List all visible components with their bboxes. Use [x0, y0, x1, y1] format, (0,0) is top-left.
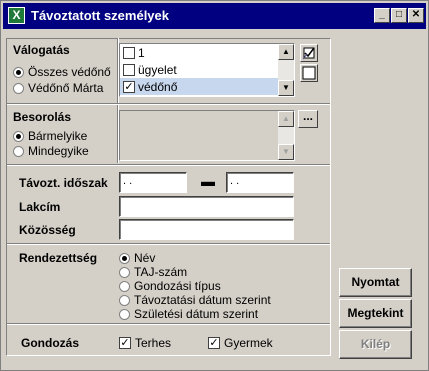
window-title: Távoztatott személyek: [31, 8, 169, 23]
checkbox-label: Terhes: [135, 336, 172, 350]
uncheck-all-icon: [302, 66, 316, 80]
radio-vedono-marta[interactable]: Védőnő Márta: [13, 81, 103, 95]
check-icon[interactable]: ✓: [123, 80, 135, 93]
valogatas-label: Válogatás: [13, 43, 70, 57]
radio-unselected-icon: [119, 294, 130, 306]
radio-taj-szam[interactable]: TAJ-szám: [119, 265, 187, 279]
radio-osszes-vedono[interactable]: Összes védőnő: [13, 65, 111, 79]
radio-label: Mindegyike: [28, 144, 89, 158]
radio-szuletesi-datum[interactable]: Születési dátum szerint: [119, 307, 258, 321]
radio-barmelyike[interactable]: Bármelyike: [13, 129, 87, 143]
radio-mindegyike[interactable]: Mindegyike: [13, 144, 89, 158]
rendezettseg-label: Rendezettség: [19, 251, 98, 265]
scroll-down-icon[interactable]: ▼: [278, 144, 294, 160]
close-button[interactable]: ✕: [408, 8, 424, 23]
radio-selected-icon: [13, 130, 24, 142]
radio-selected-icon: [119, 252, 130, 264]
lakcim-field[interactable]: [119, 196, 294, 217]
check-icon: ✓: [208, 337, 220, 349]
radio-label: Gondozási típus: [134, 279, 221, 293]
excel-icon: X: [8, 7, 25, 24]
checkbox-label: Gyermek: [224, 336, 273, 350]
checkbox-icon[interactable]: [123, 63, 135, 76]
title-bar[interactable]: X Távoztatott személyek _ □ ✕: [3, 3, 426, 29]
list-item-label: ügyelet: [138, 62, 177, 77]
radio-label: Összes védőnő: [28, 65, 111, 79]
lakcim-label: Lakcím: [19, 200, 61, 214]
radio-selected-icon: [13, 66, 24, 78]
list-item[interactable]: 1: [120, 44, 294, 61]
radio-label: Név: [134, 251, 156, 265]
radio-tavoztatasi-datum[interactable]: Távoztatási dátum szerint: [119, 293, 271, 307]
radio-unselected-icon: [119, 308, 130, 320]
list-item-label: védőnő: [138, 79, 178, 94]
separator: [7, 164, 330, 166]
dialog-body: Válogatás Összes védőnő Védőnő Márta 1 ü…: [5, 33, 424, 366]
list-scrollbar[interactable]: ▲ ▼: [278, 44, 294, 96]
date-to-field[interactable]: . .: [226, 172, 294, 193]
radio-unselected-icon: [119, 280, 130, 292]
besorolas-listbox[interactable]: ▲ ▼: [119, 110, 295, 161]
radio-unselected-icon: [13, 145, 24, 157]
dialog-window: X Távoztatott személyek _ □ ✕ Válogatás …: [0, 0, 429, 371]
radio-label: Távoztatási dátum szerint: [134, 293, 271, 307]
kozosseg-field[interactable]: [119, 219, 294, 240]
list-item-label: 1: [138, 45, 145, 60]
kozosseg-label: Közösség: [19, 223, 76, 237]
list-scrollbar[interactable]: ▲ ▼: [278, 111, 294, 160]
radio-gondozasi-tipus[interactable]: Gondozási típus: [119, 279, 221, 293]
gondozas-label: Gondozás: [21, 336, 80, 350]
list-item[interactable]: ✓ védőnő: [120, 78, 294, 95]
minimize-button[interactable]: _: [374, 8, 390, 23]
separator: [7, 243, 330, 245]
checkbox-terhes[interactable]: ✓ Terhes: [119, 336, 171, 350]
besorolas-browse-button[interactable]: ...: [298, 110, 318, 128]
checkbox-icon[interactable]: [123, 46, 135, 59]
radio-nev[interactable]: Név: [119, 251, 155, 265]
separator: [7, 103, 330, 105]
date-from-field[interactable]: . .: [119, 172, 187, 193]
dash-icon: ▬: [201, 173, 215, 189]
radio-label: TAJ-szám: [134, 265, 188, 279]
radio-unselected-icon: [119, 266, 130, 278]
list-item[interactable]: ügyelet: [120, 61, 294, 78]
check-all-icon: [302, 47, 315, 60]
maximize-button[interactable]: □: [391, 8, 407, 23]
kilep-button[interactable]: Kilép: [339, 330, 412, 359]
radio-label: Születési dátum szerint: [134, 307, 259, 321]
deselect-all-button[interactable]: [300, 64, 318, 82]
scroll-up-icon[interactable]: ▲: [278, 44, 294, 60]
check-icon: ✓: [119, 337, 131, 349]
select-all-button[interactable]: [300, 44, 318, 62]
checkbox-gyermek[interactable]: ✓ Gyermek: [208, 336, 273, 350]
scroll-up-icon[interactable]: ▲: [278, 111, 294, 127]
separator: [7, 323, 330, 325]
nyomtat-button[interactable]: Nyomtat: [339, 268, 412, 297]
scroll-down-icon[interactable]: ▼: [278, 80, 294, 96]
tavozt-label: Távozt. időszak: [19, 176, 108, 190]
vedono-listbox[interactable]: 1 ügyelet ✓ védőnő ▲ ▼: [119, 43, 295, 97]
megtekint-button[interactable]: Megtekint: [339, 299, 412, 328]
besorolas-label: Besorolás: [13, 110, 72, 124]
radio-unselected-icon: [13, 82, 24, 94]
radio-label: Védőnő Márta: [28, 81, 104, 95]
radio-label: Bármelyike: [28, 129, 88, 143]
